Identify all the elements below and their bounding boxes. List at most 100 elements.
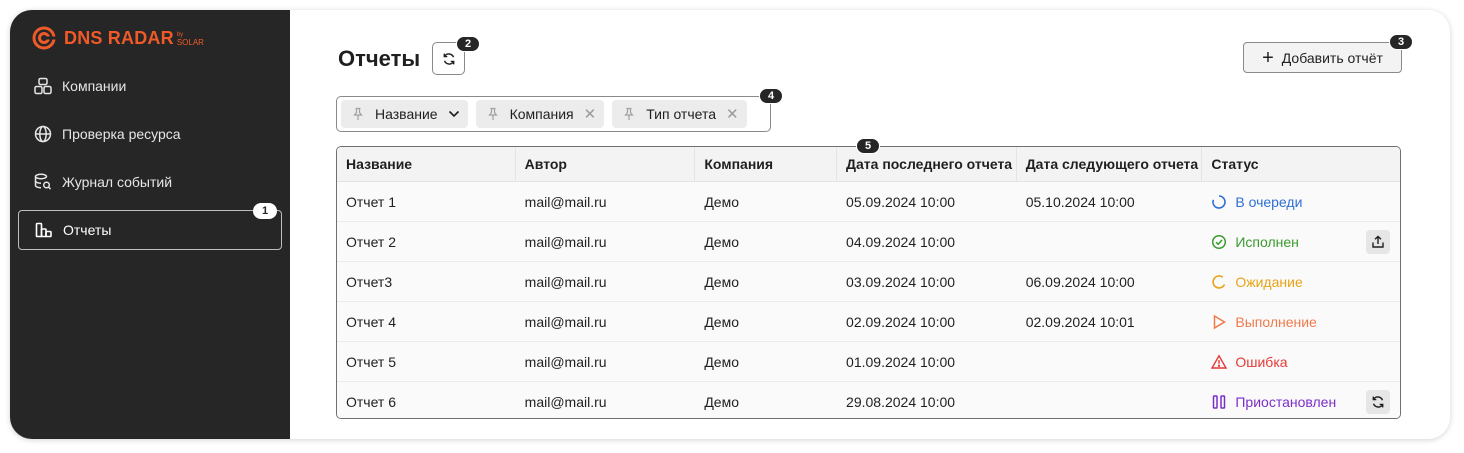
cell-name: Отчет 4 <box>346 313 397 330</box>
cell-name: Отчет 2 <box>346 233 397 250</box>
chevron-down-icon[interactable] <box>448 110 460 118</box>
annotation-marker-3: 3 <box>1389 34 1413 50</box>
cell-last-report: 03.09.2024 10:00 <box>846 273 956 290</box>
status-badge: Ошибка <box>1202 354 1400 370</box>
status-badge: Выполнение <box>1202 314 1400 330</box>
main-content: Отчеты 2 + Добавить отчёт 3 Название Ком… <box>290 10 1450 439</box>
check-circle-icon <box>1211 234 1227 250</box>
cell-company: Демо <box>704 313 739 330</box>
cell-name: Отчет3 <box>346 273 393 290</box>
sidebar-item-companies[interactable]: Компании <box>18 66 282 106</box>
sidebar-item-label: Отчеты <box>63 222 112 238</box>
status-label: Ошибка <box>1235 353 1288 370</box>
status-label: Выполнение <box>1235 313 1317 330</box>
cell-author: mail@mail.ru <box>524 273 607 290</box>
close-icon[interactable]: ✕ <box>726 105 739 123</box>
database-search-icon <box>34 173 52 191</box>
play-icon <box>1211 314 1227 330</box>
waiting-icon <box>1211 274 1227 290</box>
queue-icon <box>1211 194 1227 210</box>
filter-chip-name[interactable]: Название <box>341 100 468 128</box>
add-report-button[interactable]: + Добавить отчёт <box>1243 42 1402 73</box>
cell-company: Демо <box>704 353 739 370</box>
companies-icon <box>34 77 52 95</box>
warning-icon <box>1211 353 1228 370</box>
add-report-label: Добавить отчёт <box>1281 49 1383 66</box>
filter-chip-company[interactable]: Компания ✕ <box>475 100 605 128</box>
app-window: DNS RADAR by SOLAR Компании Проверка рес… <box>10 10 1450 439</box>
filter-chip-label: Компания <box>509 106 574 122</box>
plus-icon: + <box>1262 46 1274 69</box>
brand-name: DNS RADAR <box>64 27 174 48</box>
sidebar-nav: Компании Проверка ресурса Журнал событий… <box>18 66 282 258</box>
cell-company: Демо <box>704 233 739 250</box>
column-header-company[interactable]: Компания <box>695 147 838 181</box>
cell-author: mail@mail.ru <box>524 394 607 410</box>
cell-company: Демо <box>704 273 739 290</box>
filter-chip-label: Название <box>375 106 438 122</box>
export-icon <box>1372 235 1384 248</box>
sidebar-item-label: Компании <box>62 78 127 94</box>
cell-name: Отчет 5 <box>346 353 397 370</box>
sidebar: DNS RADAR by SOLAR Компании Проверка рес… <box>10 10 290 439</box>
logo[interactable]: DNS RADAR by SOLAR <box>32 26 204 50</box>
cell-author: mail@mail.ru <box>524 233 607 250</box>
sidebar-item-resource-check[interactable]: Проверка ресурса <box>18 114 282 154</box>
column-header-author[interactable]: Автор <box>516 147 696 181</box>
status-label: Приостановлен <box>1235 394 1337 410</box>
pin-icon <box>622 107 636 121</box>
cell-last-report: 05.09.2024 10:00 <box>846 193 956 210</box>
refresh-icon <box>443 52 454 65</box>
table-row[interactable]: Отчет 4 mail@mail.ru Демо 02.09.2024 10:… <box>337 302 1400 342</box>
pin-icon <box>486 107 500 121</box>
filter-bar: Название Компания ✕ Тип отчета ✕ <box>336 96 771 132</box>
cell-author: mail@mail.ru <box>524 193 607 210</box>
pin-icon <box>351 107 365 121</box>
cell-last-report: 01.09.2024 10:00 <box>846 353 956 370</box>
cell-author: mail@mail.ru <box>524 313 607 330</box>
filter-chip-report-type[interactable]: Тип отчета ✕ <box>612 100 747 128</box>
cell-author: mail@mail.ru <box>524 353 607 370</box>
refresh-icon <box>1372 396 1384 408</box>
sidebar-item-label: Журнал событий <box>62 174 173 190</box>
filter-chip-label: Тип отчета <box>646 106 716 122</box>
annotation-marker-1: 1 <box>253 203 277 219</box>
sidebar-item-reports[interactable]: Отчеты 1 <box>18 203 282 250</box>
resume-button[interactable] <box>1366 390 1390 414</box>
column-header-name[interactable]: Название <box>337 147 516 181</box>
table-row[interactable]: Отчет 1 mail@mail.ru Демо 05.09.2024 10:… <box>337 182 1400 222</box>
column-header-next-report[interactable]: Дата следующего отчета <box>1017 147 1203 181</box>
cell-next-report: 02.09.2024 10:01 <box>1025 313 1135 330</box>
table-row[interactable]: Отчет 2 mail@mail.ru Демо 04.09.2024 10:… <box>337 222 1400 262</box>
cell-name: Отчет 1 <box>346 193 397 210</box>
pause-icon <box>1211 394 1227 410</box>
table-row[interactable]: Отчет 5 mail@mail.ru Демо 01.09.2024 10:… <box>337 342 1400 382</box>
cell-name: Отчет 6 <box>346 394 397 410</box>
annotation-marker-4: 4 <box>759 88 783 104</box>
column-header-status[interactable]: Статус <box>1202 147 1400 181</box>
cell-last-report: 02.09.2024 10:00 <box>846 313 956 330</box>
cell-last-report: 04.09.2024 10:00 <box>846 233 956 250</box>
page-title: Отчеты <box>338 46 421 71</box>
annotation-marker-2: 2 <box>456 36 480 52</box>
sidebar-item-event-log[interactable]: Журнал событий <box>18 162 282 202</box>
brand-sub: by SOLAR <box>176 32 204 47</box>
cell-next-report: 05.10.2024 10:00 <box>1025 193 1135 210</box>
status-badge: В очереди <box>1202 194 1400 210</box>
table-row[interactable]: Отчет3 mail@mail.ru Демо 03.09.2024 10:0… <box>337 262 1400 302</box>
close-icon[interactable]: ✕ <box>584 105 597 123</box>
status-label: В очереди <box>1235 193 1303 210</box>
globe-icon <box>34 125 52 143</box>
export-button[interactable] <box>1366 230 1390 254</box>
status-label: Ожидание <box>1235 273 1303 290</box>
sidebar-item-label: Проверка ресурса <box>62 126 181 142</box>
reports-icon <box>35 221 53 239</box>
annotation-marker-5: 5 <box>856 138 880 154</box>
cell-next-report: 06.09.2024 10:00 <box>1025 273 1135 290</box>
cell-company: Демо <box>704 394 739 410</box>
table-row[interactable]: Отчет 6 mail@mail.ru Демо 29.08.2024 10:… <box>337 382 1400 418</box>
cell-company: Демо <box>704 193 739 210</box>
cell-last-report: 29.08.2024 10:00 <box>846 394 956 410</box>
status-label: Исполнен <box>1235 233 1299 250</box>
brand-logo-icon <box>32 26 56 50</box>
